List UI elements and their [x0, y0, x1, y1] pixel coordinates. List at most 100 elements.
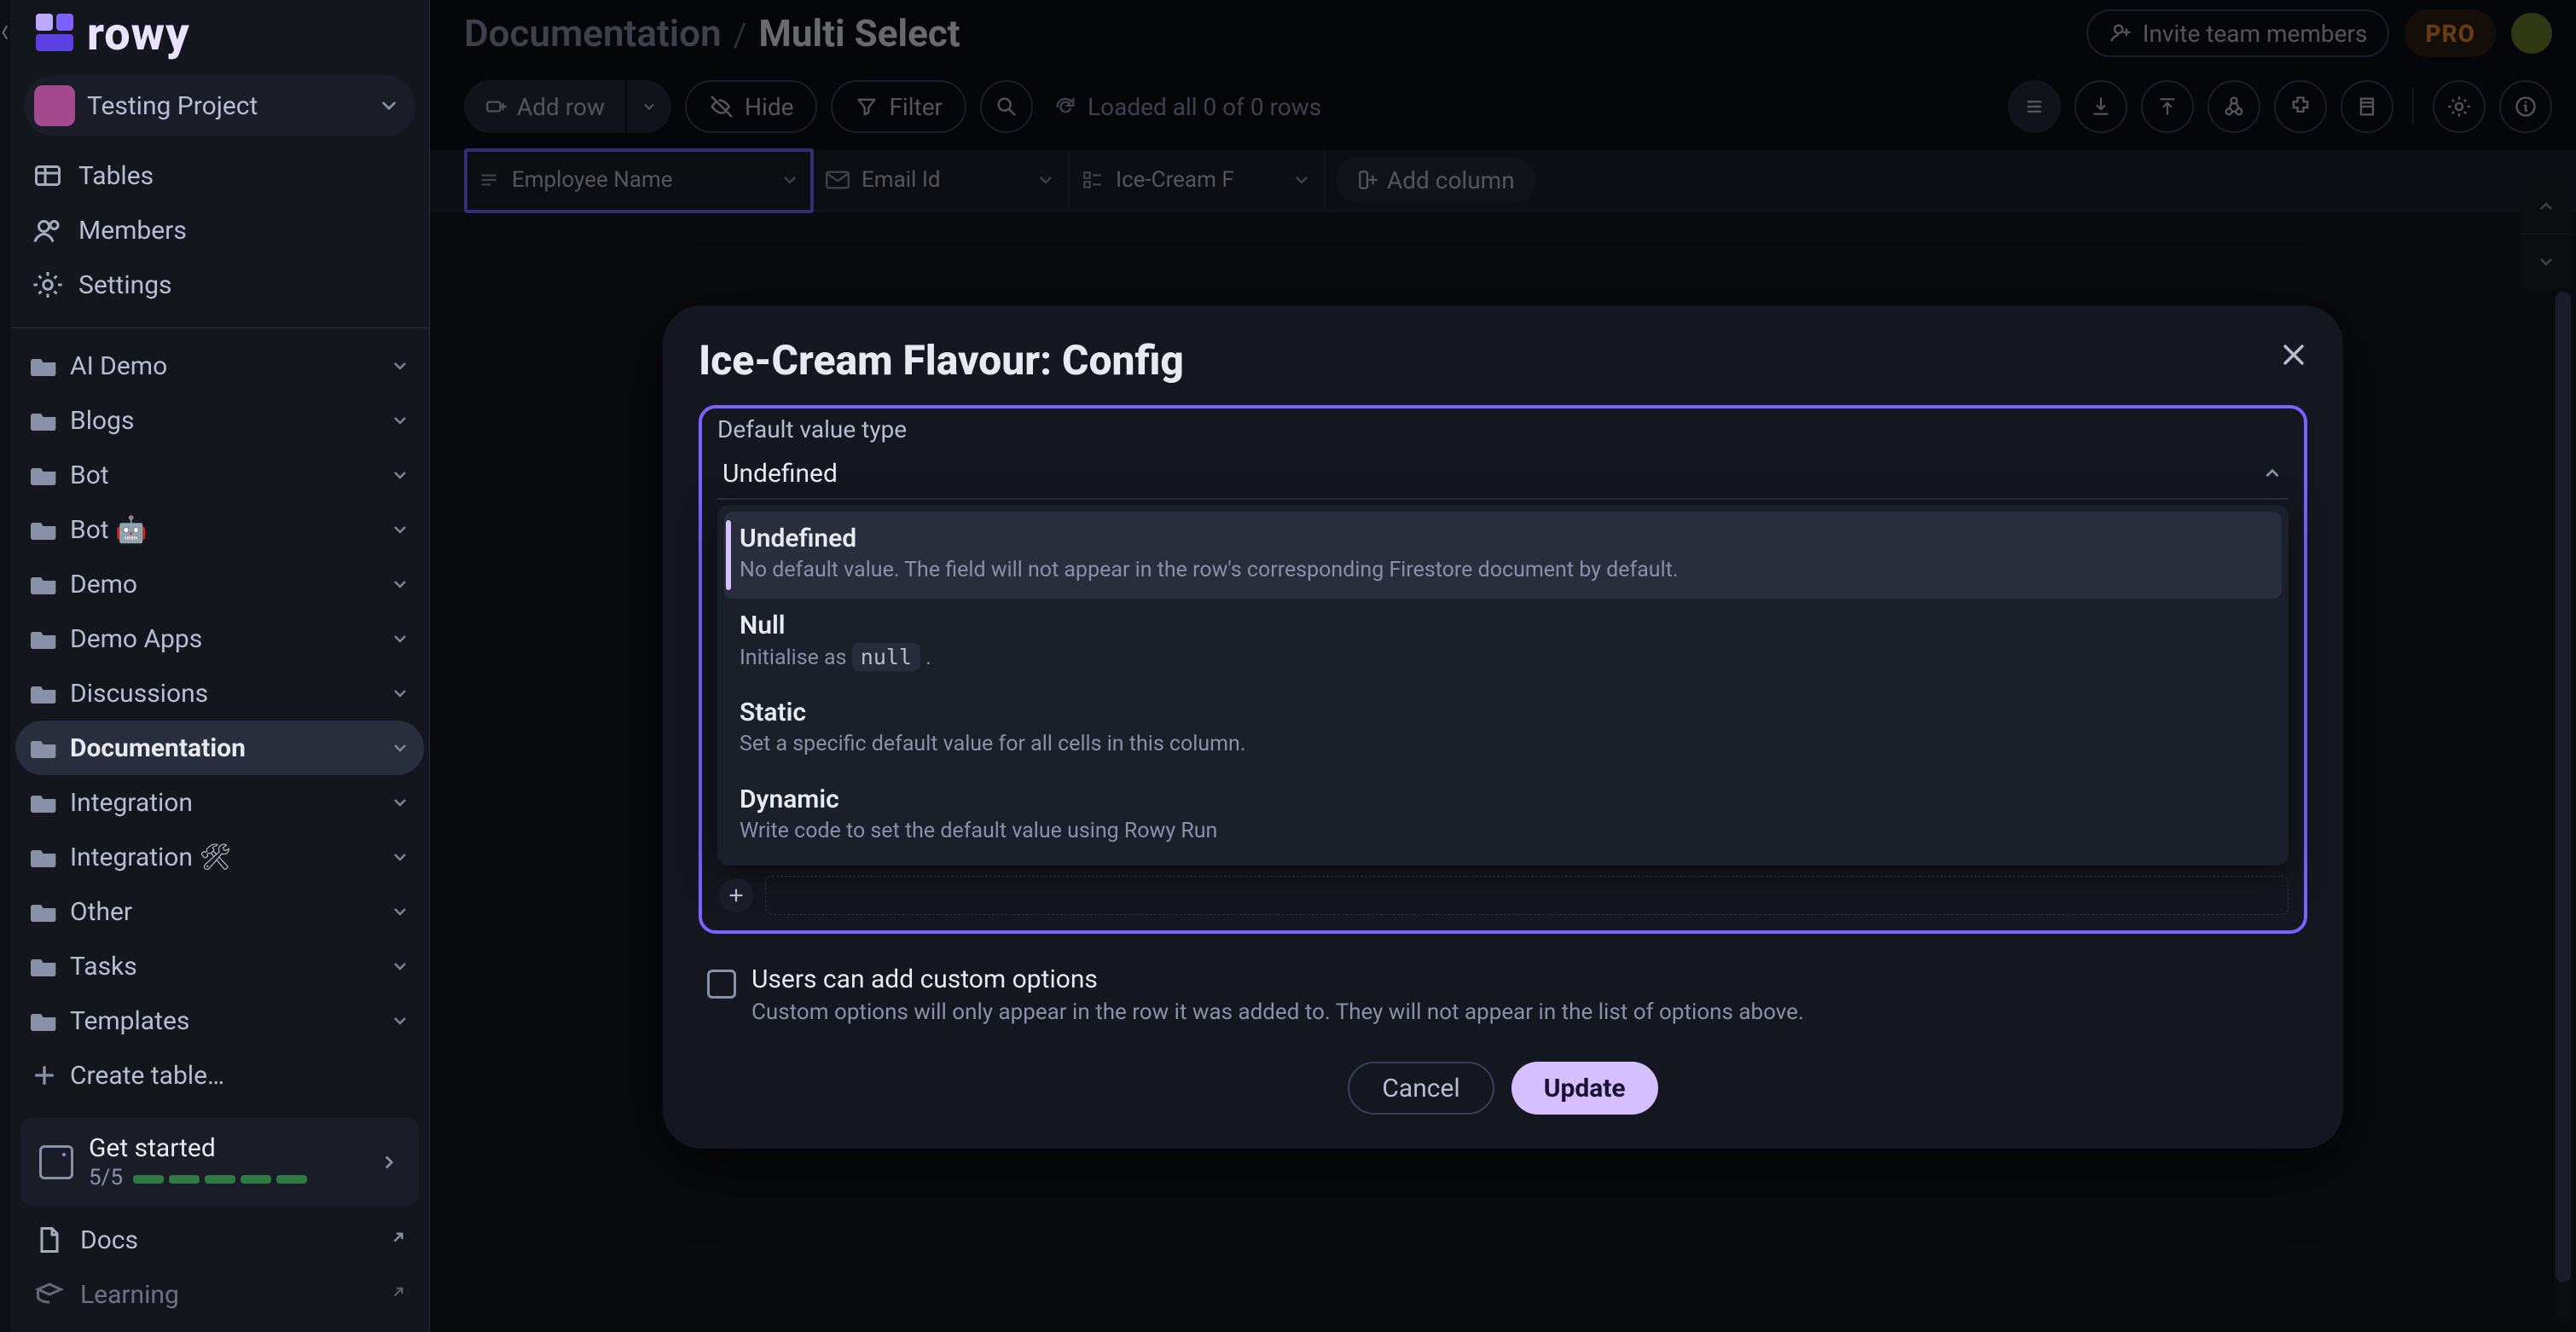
dialog-title: Ice-Cream Flavour: Config [699, 336, 2307, 385]
default-value-type-field: Default value type Undefined Undefined N… [699, 405, 2307, 934]
add-option-button[interactable] [719, 878, 753, 912]
cancel-label: Cancel [1382, 1074, 1459, 1103]
folder-icon [31, 681, 58, 705]
folder-icon [31, 463, 58, 487]
sub-prefix: Initialise as [740, 646, 852, 670]
learning-icon [34, 1279, 65, 1310]
tree-item-demo[interactable]: Demo [15, 557, 424, 611]
brand-logo[interactable]: rowy [10, 0, 429, 68]
tree-item-bot-robot[interactable]: Bot 🤖 [15, 502, 424, 557]
members-icon [32, 215, 63, 246]
tree-item-blogs[interactable]: Blogs [15, 393, 424, 448]
project-color-chip [34, 85, 75, 126]
sidebar-item-docs[interactable]: Docs [20, 1213, 419, 1267]
get-started-progress: 5/5 [89, 1165, 123, 1190]
chevron-down-icon [390, 683, 410, 704]
sidebar-footer: Get started 5/5 Docs Learning [10, 1111, 429, 1332]
create-table-button[interactable]: Create table… [15, 1048, 424, 1103]
dropdown-item-null[interactable]: Null Initialise as null . [724, 599, 2282, 686]
dropdown-item-static[interactable]: Static Set a specific default value for … [724, 686, 2282, 773]
chevron-down-icon [390, 410, 410, 431]
custom-options-checkbox[interactable] [707, 970, 736, 999]
chevron-down-icon [378, 95, 400, 117]
sidebar-item-settings[interactable]: Settings [19, 258, 421, 312]
plus-icon [31, 1062, 58, 1089]
tree-label: Tasks [70, 952, 378, 982]
tree-label: Other [70, 897, 378, 927]
folder-icon [31, 736, 58, 760]
tree-label: Documentation [70, 733, 378, 763]
dialog-close-button[interactable] [2270, 331, 2318, 379]
update-label: Update [1544, 1074, 1626, 1103]
dropdown-item-undefined[interactable]: Undefined No default value. The field wi… [724, 512, 2282, 599]
chevron-down-icon [390, 356, 410, 376]
folder-icon [31, 1009, 58, 1033]
column-config-dialog: Ice-Cream Flavour: Config Default value … [663, 305, 2343, 1149]
dropdown-item-title: Dynamic [740, 785, 2266, 814]
chevron-down-icon [390, 847, 410, 867]
modal-overlay[interactable]: Ice-Cream Flavour: Config Default value … [430, 0, 2576, 1332]
chevron-down-icon [390, 901, 410, 922]
dropdown-item-sub: No default value. The field will not app… [740, 557, 2266, 585]
default-value-type-select[interactable]: Undefined [717, 449, 2289, 500]
tree-label: Discussions [70, 679, 378, 709]
chevron-down-icon [390, 465, 410, 485]
tree-item-templates[interactable]: Templates [15, 993, 424, 1048]
rowy-icon [31, 10, 78, 58]
chevron-down-icon [390, 792, 410, 813]
sub-suffix: . [925, 646, 931, 670]
chevron-right-icon [378, 1151, 400, 1173]
create-table-label: Create table… [70, 1061, 410, 1091]
cancel-button[interactable]: Cancel [1348, 1062, 1494, 1115]
tree-label: AI Demo [70, 351, 378, 381]
tree-label: Integration [70, 788, 378, 818]
folder-icon [31, 408, 58, 432]
document-icon [34, 1225, 65, 1255]
get-started-title: Get started [89, 1133, 363, 1163]
chevron-down-icon [390, 519, 410, 540]
tree-item-demo-apps[interactable]: Demo Apps [15, 611, 424, 666]
tree-label: Demo [70, 570, 378, 599]
sidebar-item-learning[interactable]: Learning [20, 1267, 419, 1322]
tree-item-ai-demo[interactable]: AI Demo [15, 339, 424, 393]
custom-options-checkbox-row: Users can add custom options Custom opti… [699, 964, 2307, 1028]
tree-label: Bot 🤖 [70, 515, 378, 545]
tables-icon [32, 160, 63, 191]
sidebar-item-members[interactable]: Members [19, 203, 421, 258]
folder-icon [31, 518, 58, 541]
learning-label: Learning [80, 1280, 371, 1310]
chevron-down-icon [390, 628, 410, 649]
folder-icon [31, 354, 58, 378]
tree-label: Demo Apps [70, 624, 378, 654]
dropdown-item-title: Undefined [740, 524, 2266, 553]
external-link-icon [386, 1285, 405, 1304]
chevron-down-icon [390, 574, 410, 594]
progress-bars [133, 1175, 307, 1184]
gear-icon [32, 269, 63, 300]
tree-item-documentation[interactable]: Documentation [15, 721, 424, 775]
plus-icon [727, 886, 746, 905]
tree-item-tasks[interactable]: Tasks [15, 939, 424, 993]
tree-label: Integration 🛠 [70, 843, 378, 872]
main-content: Documentation / Multi Select Invite team… [430, 0, 2576, 1332]
dropdown-item-dynamic[interactable]: Dynamic Write code to set the default va… [724, 773, 2282, 860]
project-selector[interactable]: Testing Project [24, 75, 415, 136]
close-icon [2279, 340, 2308, 369]
tree-item-integration[interactable]: Integration [15, 775, 424, 830]
tree-item-other[interactable]: Other [15, 884, 424, 939]
sidebar-label-members: Members [78, 216, 187, 246]
update-button[interactable]: Update [1511, 1062, 1658, 1115]
drawer-collapse-handle[interactable] [0, 0, 10, 1332]
dropdown-item-sub: Write code to set the default value usin… [740, 818, 2266, 846]
new-option-input[interactable] [765, 876, 2289, 915]
sidebar-item-tables[interactable]: Tables [19, 148, 421, 203]
divider [10, 327, 429, 328]
tree-item-discussions[interactable]: Discussions [15, 666, 424, 721]
get-started-card[interactable]: Get started 5/5 [20, 1118, 419, 1206]
tree-item-integration-tool[interactable]: Integration 🛠 [15, 830, 424, 884]
custom-options-sub: Custom options will only appear in the r… [751, 998, 1804, 1028]
dropdown-item-sub: Set a specific default value for all cel… [740, 731, 2266, 759]
tables-tree: AI Demo Blogs Bot Bot 🤖 Demo [10, 335, 429, 1111]
app-root: rowy Testing Project Tables Members Sett… [0, 0, 2576, 1332]
tree-item-bot[interactable]: Bot [15, 448, 424, 502]
